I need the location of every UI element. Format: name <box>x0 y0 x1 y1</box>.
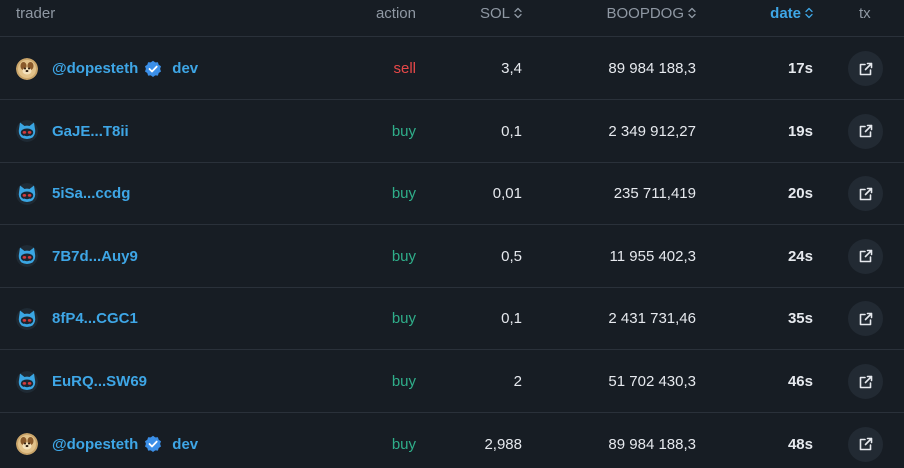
external-link-icon <box>858 436 874 452</box>
table-row: @dopesteth dev sell 3,4 89 984 188,3 17s <box>0 38 904 100</box>
trader-cell: 5iSa...ccdg <box>16 163 130 224</box>
trader-cell: @dopesteth dev <box>16 38 198 99</box>
external-link-icon <box>858 374 874 390</box>
dev-tag: dev <box>172 435 199 453</box>
table-row: 8fP4...CGC1 buy 0,1 2 431 731,46 35s <box>0 288 904 351</box>
table-row: EuRQ...SW69 buy 2 51 702 430,3 46s <box>0 351 904 413</box>
date-cell: 20s <box>787 185 813 203</box>
trader-link[interactable]: @dopesteth <box>52 60 138 77</box>
tx-link-button[interactable] <box>848 113 883 149</box>
trader-cell: GaJE...T8ii <box>16 101 129 162</box>
tx-link-button[interactable] <box>848 176 883 212</box>
avatar <box>16 58 38 80</box>
action-cell: sell <box>393 60 416 77</box>
table-row: 7B7d...Auy9 buy 0,5 11 955 402,3 24s <box>0 226 904 288</box>
header-date[interactable]: date <box>770 0 813 28</box>
date-cell: 48s <box>787 435 813 453</box>
avatar <box>16 245 38 267</box>
token-amount: 11 955 402,3 <box>609 247 696 265</box>
dev-tag: dev <box>172 60 199 77</box>
header-action: action <box>375 5 416 22</box>
header-sol-label: SOL <box>479 5 510 22</box>
external-link-icon <box>858 186 874 202</box>
token-amount: 2 349 912,27 <box>608 122 696 140</box>
action-cell: buy <box>391 310 416 328</box>
sort-icon <box>514 7 522 19</box>
token-amount: 89 984 188,3 <box>608 60 696 77</box>
trader-link[interactable]: 5iSa...ccdg <box>52 185 130 202</box>
trader-cell: 8fP4...CGC1 <box>16 288 138 349</box>
trader-link[interactable]: 8fP4...CGC1 <box>52 310 138 327</box>
trades-table: trader action SOL BOOPDOG date tx @dopes… <box>0 0 904 468</box>
avatar <box>16 183 38 205</box>
date-cell: 19s <box>787 122 813 140</box>
trader-link[interactable]: @dopesteth <box>52 436 138 453</box>
sol-amount: 2,988 <box>484 435 522 453</box>
tx-link-button[interactable] <box>848 301 883 337</box>
header-token-label: BOOPDOG <box>606 5 684 22</box>
date-cell: 17s <box>787 60 813 77</box>
sol-amount: 0,1 <box>501 122 522 140</box>
avatar <box>16 433 38 455</box>
sol-amount: 2 <box>513 373 522 390</box>
action-cell: buy <box>391 185 416 203</box>
verified-badge-icon <box>144 60 162 78</box>
trader-cell: @dopesteth dev <box>16 414 198 468</box>
sort-icon <box>688 7 696 19</box>
table-row: @dopesteth dev buy 2,988 89 984 188,3 48s <box>0 414 904 468</box>
external-link-icon <box>858 61 874 77</box>
sol-amount: 3,4 <box>501 60 522 77</box>
trader-cell: 7B7d...Auy9 <box>16 226 138 287</box>
action-cell: buy <box>391 435 416 453</box>
token-amount: 2 431 731,46 <box>608 310 696 328</box>
action-cell: buy <box>391 247 416 265</box>
date-cell: 46s <box>787 373 813 390</box>
tx-link-button[interactable] <box>848 426 883 462</box>
external-link-icon <box>858 248 874 264</box>
tx-link-button[interactable] <box>848 364 883 399</box>
sol-amount: 0,1 <box>501 310 522 328</box>
avatar <box>16 308 38 330</box>
sol-amount: 0,5 <box>501 247 522 265</box>
header-sol[interactable]: SOL <box>480 0 522 28</box>
trader-link[interactable]: GaJE...T8ii <box>52 123 129 140</box>
sort-icon <box>805 7 813 19</box>
token-amount: 89 984 188,3 <box>608 435 696 453</box>
trader-link[interactable]: EuRQ...SW69 <box>52 373 147 390</box>
header-tx: tx <box>859 5 871 22</box>
action-cell: buy <box>391 373 416 390</box>
token-amount: 235 711,419 <box>613 185 696 203</box>
table-header: trader action SOL BOOPDOG date tx <box>0 0 904 37</box>
date-cell: 35s <box>787 310 813 328</box>
tx-link-button[interactable] <box>848 51 883 86</box>
table-row: GaJE...T8ii buy 0,1 2 349 912,27 19s <box>0 101 904 163</box>
header-token[interactable]: BOOPDOG <box>606 0 696 28</box>
tx-link-button[interactable] <box>848 238 883 274</box>
token-amount: 51 702 430,3 <box>608 373 696 390</box>
trader-cell: EuRQ...SW69 <box>16 351 147 412</box>
external-link-icon <box>858 123 874 139</box>
sol-amount: 0,01 <box>492 185 522 203</box>
avatar <box>16 120 38 142</box>
trader-link[interactable]: 7B7d...Auy9 <box>52 248 138 265</box>
external-link-icon <box>858 311 874 327</box>
avatar <box>16 371 38 393</box>
header-date-label: date <box>770 5 801 22</box>
action-cell: buy <box>391 122 416 140</box>
date-cell: 24s <box>787 247 813 265</box>
table-row: 5iSa...ccdg buy 0,01 235 711,419 20s <box>0 163 904 226</box>
header-trader: trader <box>16 5 56 22</box>
verified-badge-icon <box>144 435 162 453</box>
